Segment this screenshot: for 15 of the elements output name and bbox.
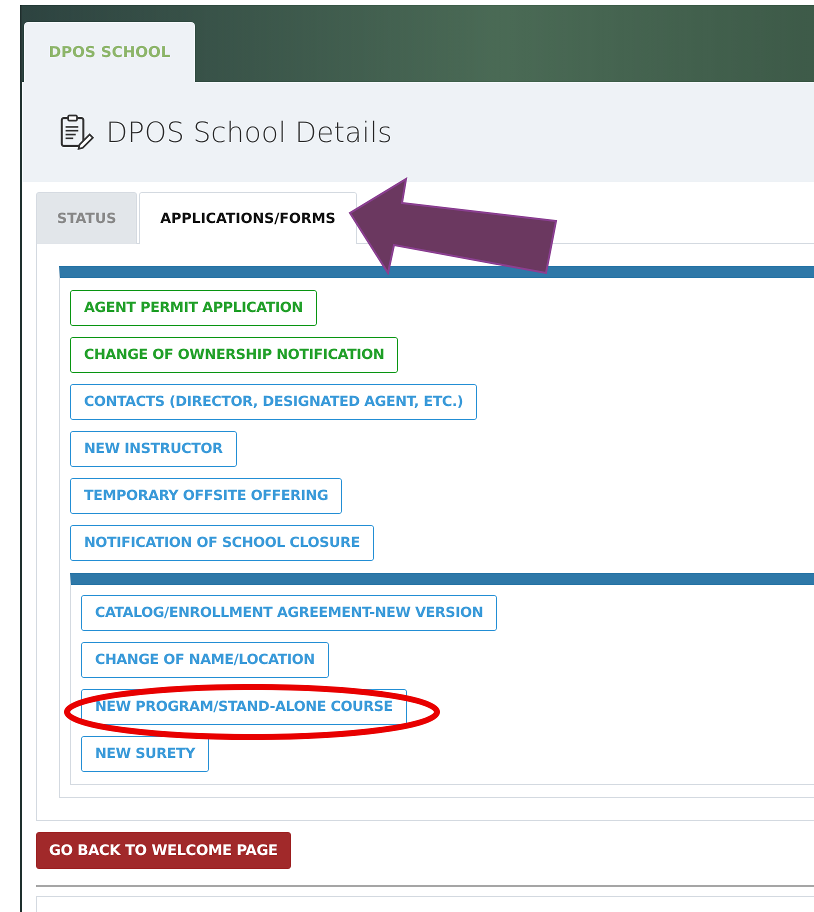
tab[interactable]: APPLICATIONS/FORMS [139,192,357,244]
form-button[interactable]: NEW SURETY [81,736,210,772]
form-button[interactable]: CHANGE OF OWNERSHIP NOTIFICATION [70,337,398,373]
form-button[interactable]: CONTACTS (DIRECTOR, DESIGNATED AGENT, ETC.) [70,384,478,420]
form-button[interactable]: AGENT PERMIT APPLICATION [70,290,317,326]
form-button[interactable]: CHANGE OF NAME/LOCATION [81,642,329,678]
form-button[interactable]: CATALOG/ENROLLMENT AGREEMENT-NEW VERSION [81,595,498,631]
form-button[interactable]: TEMPORARY OFFSITE OFFERING [70,478,342,514]
clipboard-pencil-icon [58,113,96,151]
tab[interactable]: STATUS [36,192,138,244]
header-tab[interactable]: DPOS SCHOOL [24,22,195,82]
back-button[interactable]: GO BACK TO WELCOME PAGE [36,832,291,869]
page-title: DPOS School Details [106,116,392,148]
form-button[interactable]: NEW INSTRUCTOR [70,431,237,467]
form-button[interactable]: NOTIFICATION OF SCHOOL CLOSURE [70,525,374,561]
